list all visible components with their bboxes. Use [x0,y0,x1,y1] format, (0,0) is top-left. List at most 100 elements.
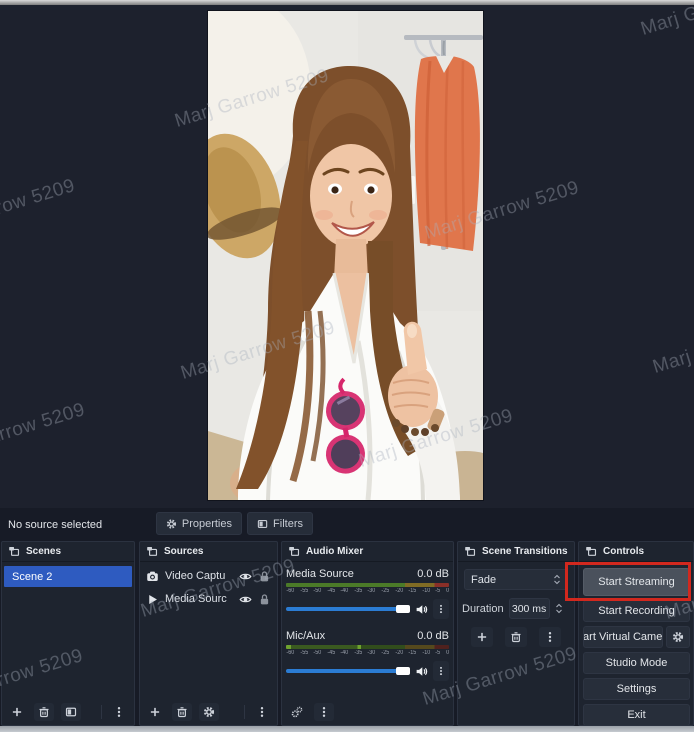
speaker-icon[interactable] [415,665,428,678]
exit-label: Exit [627,709,645,721]
meter-tick-label: -40 [341,650,349,656]
scenes-toolbar [2,699,134,725]
duration-input[interactable]: 300 ms [509,598,550,619]
meter-tick-label: -35 [354,650,362,656]
scene-transitions-panel: Scene Transitions Fade Duration 300 ms [457,541,575,726]
add-source-button[interactable] [145,703,165,721]
chevron-down-icon [555,609,563,614]
plus-icon [11,706,23,718]
advanced-audio-button[interactable] [287,703,307,721]
audio-mixer-panel-header[interactable]: Audio Mixer [282,542,453,562]
sources-panel-header[interactable]: Sources [140,542,277,562]
gear-icon [166,518,177,530]
scenes-menu-button[interactable] [109,703,129,721]
gears-icon [291,706,303,718]
chevron-up-icon [553,574,561,579]
filters-button-label: Filters [273,518,303,530]
source-row-media-source[interactable]: Media Sourc [146,590,271,608]
virtual-camera-settings-button[interactable] [666,626,690,648]
status-message: No source selected [8,519,102,531]
meter-tick-label: -55 [300,650,308,656]
trash-icon [38,706,50,718]
sources-panel-title: Sources [164,546,203,557]
window-bottom-edge [0,726,694,732]
preview-canvas[interactable] [0,5,694,508]
dock-icon [8,546,20,557]
sources-menu-button[interactable] [252,703,272,721]
exit-button[interactable]: Exit [583,704,690,726]
channel-name: Mic/Aux [286,630,325,643]
start-recording-button[interactable]: Start Recording [583,600,690,622]
toolbar-separator [244,705,245,719]
gear-icon [203,706,215,718]
highlight-annotation-start-streaming [565,562,691,601]
transition-selected-value: Fade [471,574,553,586]
volume-slider-handle[interactable] [396,667,410,675]
volume-slider-handle[interactable] [396,605,410,613]
meter-tick-label: 0 [446,588,449,594]
settings-button[interactable]: Settings [583,678,690,700]
transition-select-stepper[interactable] [553,574,561,585]
video-preview-frame[interactable] [208,11,483,500]
volume-meter [286,645,449,649]
speaker-icon[interactable] [415,603,428,616]
meter-tick-label: -15 [409,650,417,656]
studio-mode-label: Studio Mode [606,657,668,669]
remove-scene-button[interactable] [34,703,54,721]
volume-slider[interactable] [286,607,410,611]
kebab-icon [318,706,330,718]
add-scene-button[interactable] [7,703,27,721]
toolbar-separator [101,705,102,719]
source-row-video-capture[interactable]: Video Captu [146,567,271,585]
kebab-icon [113,706,125,718]
source-label: Media Sourc [165,593,233,605]
source-properties-button[interactable] [199,703,219,721]
filters-button[interactable]: Filters [247,512,313,535]
meter-tick-label: -35 [354,588,362,594]
mixer-channel-media-source: Media Source 0.0 dB -60-55-50-45-40-35-3… [282,568,453,619]
volume-slider[interactable] [286,669,410,673]
scene-transitions-panel-header[interactable]: Scene Transitions [458,542,574,562]
start-virtual-camera-button[interactable]: tart Virtual Camer [583,626,663,648]
meter-tick-labels: -60-55-50-45-40-35-30-25-20-15-10-50 [286,650,449,656]
channel-level-db: 0.0 dB [417,568,449,581]
meter-tick-labels: -60-55-50-45-40-35-30-25-20-15-10-50 [286,588,449,594]
lock-icon[interactable] [258,570,271,583]
properties-button[interactable]: Properties [156,512,242,535]
eye-icon[interactable] [239,593,252,606]
meter-tick-label: 0 [446,650,449,656]
transition-menu-button[interactable] [539,627,561,647]
lock-icon[interactable] [258,593,271,606]
start-virtual-camera-label: tart Virtual Camer [583,631,663,643]
eye-icon[interactable] [239,570,252,583]
channel-menu-button[interactable] [433,661,449,681]
audio-mixer-panel-title: Audio Mixer [306,546,363,557]
meter-tick-label: -15 [409,588,417,594]
scene-transitions-panel-title: Scene Transitions [482,546,568,557]
duration-stepper[interactable] [555,603,563,614]
remove-source-button[interactable] [172,703,192,721]
add-transition-button[interactable] [471,627,493,647]
transition-select[interactable]: Fade [464,569,568,590]
scene-list-item-selected[interactable]: Scene 2 [4,566,132,587]
meter-tick-label: -5 [436,588,441,594]
scene-filters-button[interactable] [61,703,81,721]
meter-tick-label: -10 [422,650,430,656]
meter-tick-label: -40 [341,588,349,594]
scenes-panel-header[interactable]: Scenes [2,542,134,562]
controls-panel-header[interactable]: Controls [579,542,693,562]
studio-mode-button[interactable]: Studio Mode [583,652,690,674]
meter-tick-label: -45 [327,588,335,594]
filter-icon [257,518,268,530]
kebab-icon [436,603,446,615]
volume-meter [286,583,449,587]
remove-transition-button[interactable] [505,627,527,647]
duration-row: Duration 300 ms [462,598,570,619]
start-recording-label: Start Recording [598,605,674,617]
channel-menu-button[interactable] [433,599,449,619]
scene-item-label: Scene 2 [12,571,52,583]
kebab-icon [256,706,268,718]
audio-mixer-menu-button[interactable] [314,703,334,721]
meter-tick-label: -55 [300,588,308,594]
dock-icon [585,546,597,557]
